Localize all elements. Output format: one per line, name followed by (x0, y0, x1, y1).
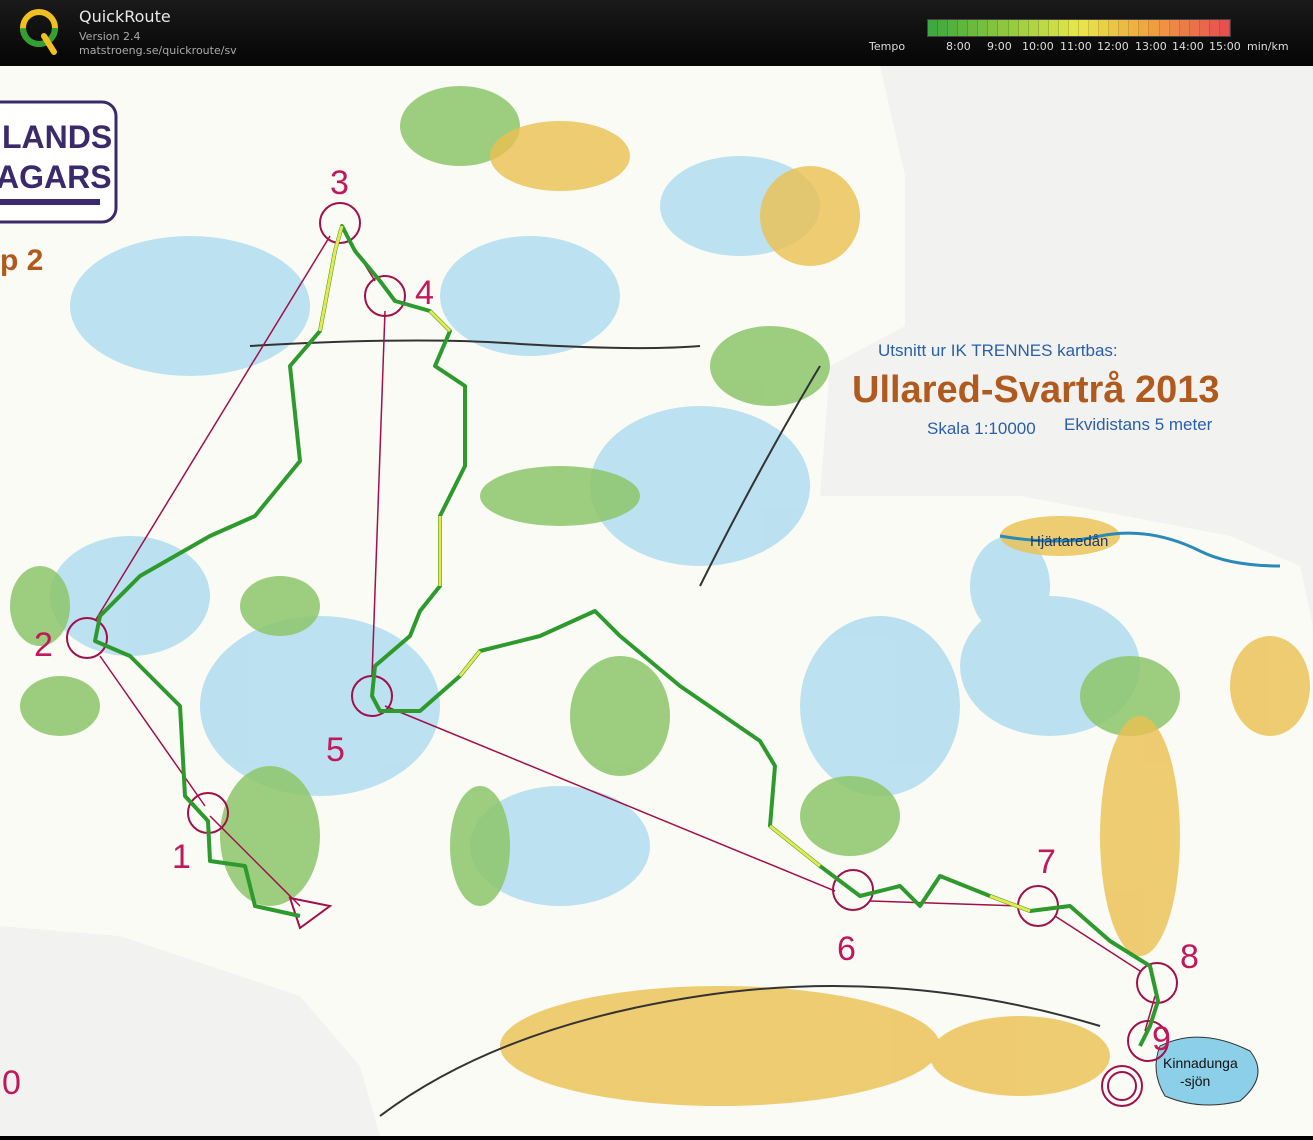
tempo-scale-cell (988, 20, 999, 36)
map-subtitle: Utsnitt ur IK TRENNES kartbas: (878, 341, 1118, 360)
logo-text-2: AGARS (0, 159, 112, 195)
control-number: 3 (330, 164, 349, 202)
control-number: 9 (1152, 1020, 1171, 1058)
club-logo: LANDS AGARS (0, 100, 118, 224)
tempo-tick: 10:00 (1022, 40, 1054, 53)
tempo-scale-cell (1159, 20, 1170, 36)
tempo-scale-cell (1058, 20, 1069, 36)
map-scale: Skala 1:10000 (927, 419, 1036, 438)
tempo-scale-cell (1048, 20, 1059, 36)
tempo-scale-cell (1028, 20, 1039, 36)
control-number: 7 (1037, 843, 1056, 881)
tempo-scale-cell (978, 20, 989, 36)
lake-label-1: Kinnadunga (1163, 1055, 1238, 1071)
tempo-scale-cell (1008, 20, 1019, 36)
tempo-scale-cell (1068, 20, 1079, 36)
tempo-scale-cell (958, 20, 969, 36)
river-label: Hjärtaredån (1030, 533, 1108, 550)
app-version: Version 2.4 (79, 30, 141, 43)
tempo-scale-cell (928, 20, 939, 36)
control-number: 4 (415, 274, 434, 312)
app-title: QuickRoute (79, 7, 171, 26)
logo-text-1: LANDS (2, 119, 112, 155)
tempo-scale-cell (1139, 20, 1150, 36)
tempo-scale-cell (1189, 20, 1200, 36)
control-number: 2 (34, 626, 53, 664)
tempo-tick: 14:00 (1172, 40, 1204, 53)
tempo-unit: min/km (1247, 40, 1289, 53)
control-number: 8 (1180, 938, 1199, 976)
tempo-scale-cell (998, 20, 1009, 36)
tempo-tick: 9:00 (987, 40, 1012, 53)
app-url[interactable]: matstroeng.se/quickroute/sv (79, 44, 237, 57)
tempo-scale-cell (1079, 20, 1090, 36)
tempo-scale-cell (1119, 20, 1130, 36)
tempo-label: Tempo (869, 40, 906, 53)
map-canvas[interactable]: 1 2 3 4 5 6 7 8 9 0 LANDS AGARS p 2 Utsn… (0, 66, 1313, 1136)
tempo-scale-cell (1149, 20, 1160, 36)
tempo-scale-cell (1199, 20, 1210, 36)
control-number: 1 (172, 838, 191, 876)
tempo-scale-cell (1169, 20, 1180, 36)
tempo-scale-cell (1038, 20, 1049, 36)
orienteering-map[interactable]: 1 2 3 4 5 6 7 8 9 0 LANDS AGARS p 2 Utsn… (0, 66, 1313, 1136)
tempo-scale-cell (1179, 20, 1190, 36)
tempo-scale-cell (968, 20, 979, 36)
app-header: QuickRoute Version 2.4 matstroeng.se/qui… (0, 0, 1313, 66)
tempo-scale-cell (1219, 20, 1230, 36)
map-contour: Ekvidistans 5 meter (1064, 415, 1213, 434)
tempo-color-scale (927, 19, 1231, 37)
tempo-tick: 12:00 (1097, 40, 1129, 53)
map-title: Ullared-Svartrå 2013 (852, 369, 1220, 411)
tempo-tick: 13:00 (1135, 40, 1167, 53)
tempo-scale-cell (1129, 20, 1140, 36)
tempo-scale-cell (1089, 20, 1100, 36)
lake-label-2: -sjön (1180, 1073, 1210, 1089)
tempo-scale-cell (938, 20, 949, 36)
tempo-tick: 11:00 (1060, 40, 1092, 53)
tempo-scale-cell (1109, 20, 1120, 36)
control-number: 5 (326, 731, 345, 769)
quickroute-logo-icon (20, 9, 58, 55)
tempo-scale-cell (1209, 20, 1220, 36)
control-number: 0 (2, 1064, 21, 1102)
tempo-scale-cell (1099, 20, 1110, 36)
tempo-tick: 8:00 (946, 40, 971, 53)
control-number: 6 (837, 930, 856, 968)
tempo-tick: 15:00 (1209, 40, 1241, 53)
tempo-scale-cell (1018, 20, 1029, 36)
lake (1155, 1036, 1259, 1106)
tempo-scale-cell (948, 20, 959, 36)
stage-label: p 2 (0, 244, 43, 277)
